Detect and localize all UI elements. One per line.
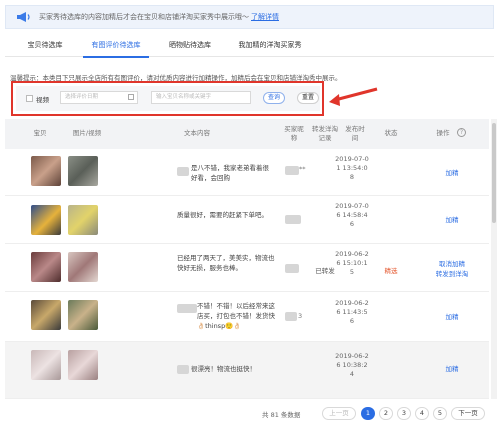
- col-product: 宝贝: [33, 129, 47, 137]
- review-image[interactable]: [68, 350, 98, 380]
- feature-button[interactable]: 加精: [417, 364, 487, 374]
- unfeature-button[interactable]: 取消加精: [417, 259, 487, 269]
- review-image[interactable]: [68, 156, 98, 186]
- publish-time: 2019-06-26 15:10:15: [335, 250, 369, 276]
- table-row: 质量很好，需要的赶紧下单吧。 2019-07-06 14:58:46 加精: [5, 196, 489, 244]
- red-arrow-annotation: [329, 87, 378, 106]
- col-media: 图片/视频: [72, 129, 102, 137]
- table-row: 很漂亮！物流也挺快！ 2019-06-26 10:38:24 加精: [5, 342, 489, 399]
- publish-time: 2019-07-06 14:58:46: [335, 202, 369, 228]
- product-thumbnail[interactable]: [31, 252, 61, 282]
- col-publish-time: 发布时间: [345, 125, 365, 142]
- tab-my-featured[interactable]: 我加精的洋淘买家秀: [232, 34, 308, 57]
- publish-time: 2019-07-01 13:54:08: [335, 155, 369, 181]
- status-badge: 精选: [384, 267, 398, 275]
- date-input[interactable]: 选择评价日期: [60, 91, 138, 104]
- tab-image-review-pool[interactable]: 有图评价待选库: [83, 34, 149, 58]
- keyword-placeholder: 输入宝贝名称或关键字: [156, 94, 212, 100]
- date-placeholder: 选择评价日期: [65, 94, 99, 100]
- product-thumbnail[interactable]: [31, 300, 61, 330]
- video-checkbox[interactable]: [26, 95, 33, 102]
- publish-time: 2019-06-26 10:38:24: [335, 352, 369, 378]
- masked-nick: [285, 312, 297, 321]
- review-text: 很漂亮！物流也挺快！: [191, 365, 256, 373]
- page-2-button[interactable]: 2: [379, 407, 393, 420]
- col-forward-record: 转发洋淘记录: [312, 125, 338, 142]
- review-text: 是八不错，我家老弟看着很好看，会回购: [191, 164, 269, 182]
- help-icon[interactable]: ?: [457, 128, 466, 137]
- product-thumbnail[interactable]: [31, 156, 61, 186]
- vertical-scrollbar[interactable]: [491, 119, 497, 399]
- keyword-input[interactable]: 输入宝贝名称或关键字: [151, 91, 251, 104]
- reset-button[interactable]: 重置: [297, 92, 319, 104]
- masked-nick: [285, 264, 299, 273]
- review-image[interactable]: [68, 252, 98, 282]
- table-row: 是八不错，我家老弟看着很好看，会回购 ** 2019-07-01 13:54:0…: [5, 149, 489, 196]
- review-text: 不错！不错！以后经常来这店买，打包也不错！发货快👌🏻thinsp🙂👌🏻: [197, 302, 275, 330]
- review-text: 质量很好，需要的赶紧下单吧。: [177, 211, 268, 219]
- notice-text: 买家秀待选库的内容加精后才会在宝贝和店铺洋淘买家秀中展示哦～: [39, 13, 249, 21]
- buyer-nick: **: [299, 165, 306, 173]
- search-button[interactable]: 查询: [263, 92, 285, 104]
- product-thumbnail[interactable]: [31, 205, 61, 235]
- product-thumbnail[interactable]: [31, 350, 61, 380]
- table-row: 不错！不错！以后经常来这店买，打包也不错！发货快👌🏻thinsp🙂👌🏻 3 20…: [5, 292, 489, 342]
- buyer-nick: 3: [298, 312, 303, 320]
- tab-post-pool[interactable]: 晒物贴待选库: [162, 34, 218, 57]
- video-checkbox-label: 视频: [36, 96, 49, 104]
- review-text: 已经用了两天了，美美实，物流也快好无损，服务也棒。: [177, 254, 275, 272]
- forward-to-yangtao-button[interactable]: 转发到洋淘: [417, 269, 487, 279]
- review-image[interactable]: [68, 205, 98, 235]
- prev-page-button[interactable]: 上一页: [322, 407, 356, 420]
- pagination: 共 81 条数据 上一页 1 2 3 4 5 下一页: [0, 405, 500, 421]
- masked-nick: [285, 166, 299, 175]
- feature-button[interactable]: 加精: [417, 312, 487, 322]
- page-1-button[interactable]: 1: [361, 407, 375, 420]
- page-5-button[interactable]: 5: [433, 407, 447, 420]
- feature-button[interactable]: 加精: [417, 168, 487, 178]
- masked-nick: [285, 215, 301, 224]
- megaphone-icon: [17, 12, 30, 22]
- page-4-button[interactable]: 4: [415, 407, 429, 420]
- total-count: 共 81 条数据: [262, 411, 301, 419]
- scrollbar-thumb[interactable]: [492, 123, 496, 223]
- next-page-button[interactable]: 下一页: [451, 407, 485, 420]
- col-actions: 操作: [436, 129, 450, 137]
- calendar-icon: [128, 94, 134, 100]
- feature-button[interactable]: 加精: [417, 215, 487, 225]
- col-text: 文本内容: [184, 129, 210, 137]
- publish-time: 2019-06-26 11:43:56: [335, 299, 369, 325]
- table-header: 宝贝 图片/视频 文本内容 买家昵称 转发洋淘记录 发布时间 状态 操作 ?: [5, 119, 489, 149]
- col-buyer-nick: 买家昵称: [284, 125, 304, 142]
- col-status: 状态: [384, 129, 398, 137]
- page-3-button[interactable]: 3: [397, 407, 411, 420]
- tab-bar: 宝贝待选库 有图评价待选库 晒物贴待选库 我加精的洋淘买家秀: [5, 34, 494, 58]
- notice-bar: 买家秀待选库的内容加精后才会在宝贝和店铺洋淘买家秀中展示哦～ 了解详情: [5, 5, 494, 29]
- learn-more-link[interactable]: 了解详情: [251, 12, 279, 22]
- review-image[interactable]: [68, 300, 98, 330]
- table-row: 已经用了两天了，美美实，物流也快好无损，服务也棒。 已转发 2019-06-26…: [5, 244, 489, 292]
- tab-product-pool[interactable]: 宝贝待选库: [22, 34, 68, 57]
